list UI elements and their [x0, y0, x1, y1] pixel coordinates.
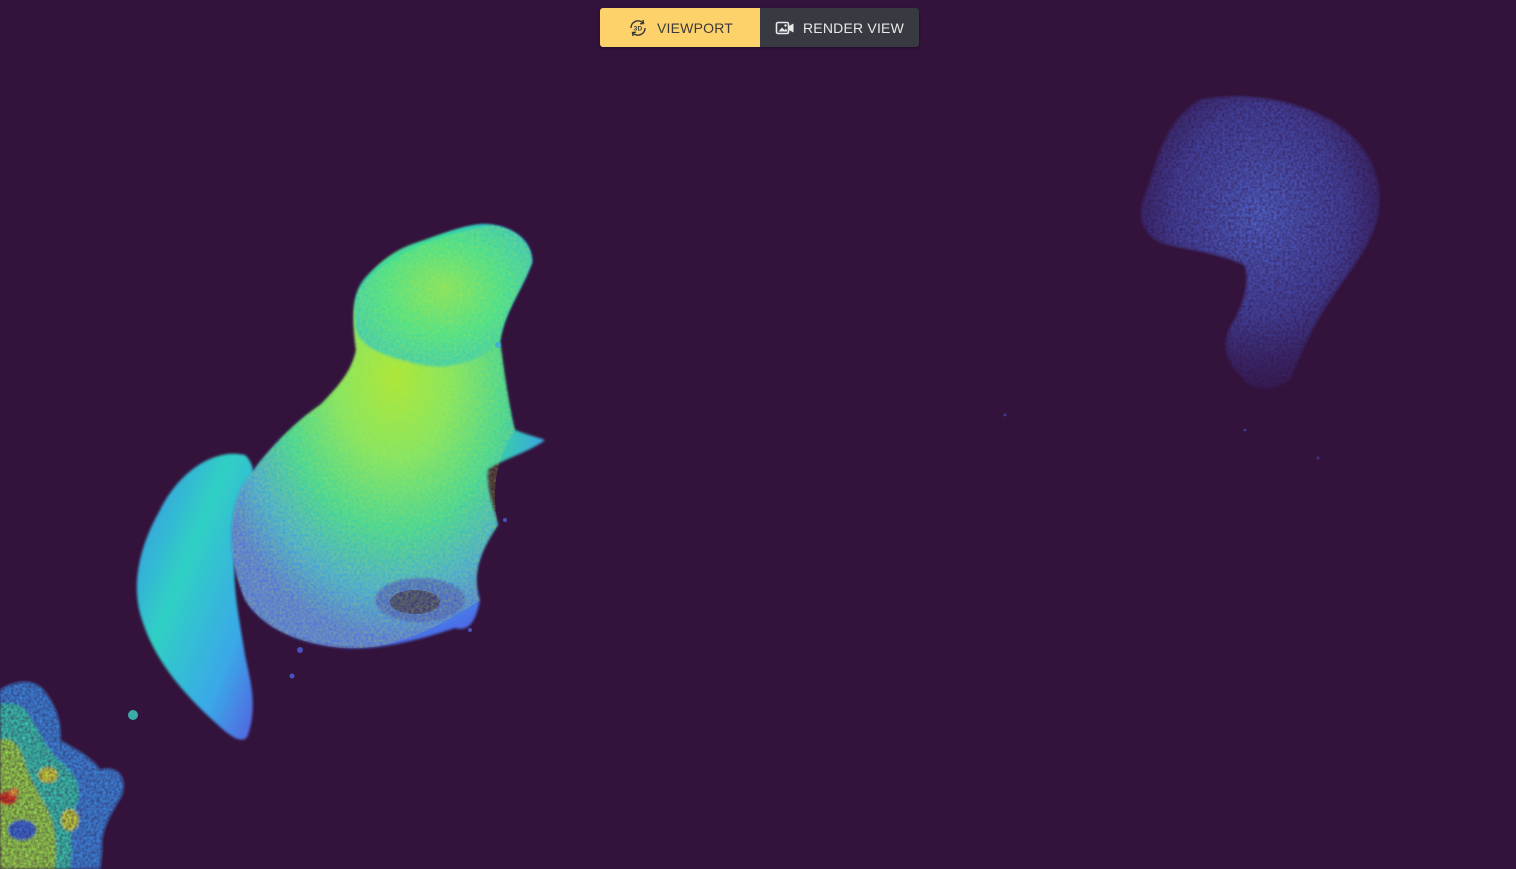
viewport-button[interactable]: 3D VIEWPORT — [600, 8, 760, 47]
viewport-button-label: VIEWPORT — [656, 19, 734, 36]
depth-render — [0, 96, 1380, 869]
render-view-button[interactable]: RENDER VIEW — [760, 8, 919, 47]
svg-text:3D: 3D — [634, 25, 643, 32]
render-view-button-label: RENDER VIEW — [803, 19, 904, 36]
camera-image-icon — [775, 20, 795, 36]
3d-viewport-canvas[interactable] — [0, 0, 1516, 869]
rotate-3d-icon: 3D — [627, 17, 649, 39]
seal-flipper-shape — [136, 453, 254, 740]
mode-toggle-group: 3D VIEWPORT RENDER VIEW — [600, 8, 919, 47]
